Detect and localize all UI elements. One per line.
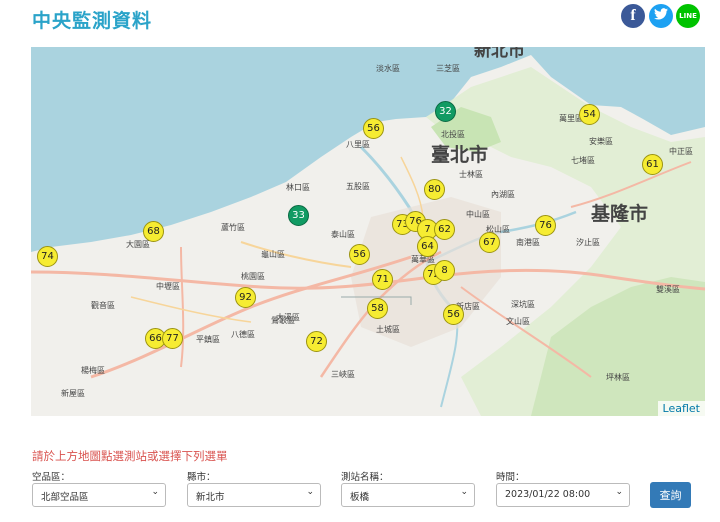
station-select[interactable]: 板橋 ⌄ [341,483,475,507]
map-tiles: 臺北市 新北市 基隆市 淡水區 三芝區八里區 北投區士林區五股區 林口區蘆竹區桃園區 龜… [31,47,705,416]
map-district-label: 新屋區 [61,388,85,398]
air-zone-label: 空品區： [32,472,71,483]
line-share-button[interactable]: LINE [676,4,700,28]
time-value: 2023/01/22 08:00 [505,489,591,500]
map-district-label: 大溪區 [276,312,300,322]
map-district-label: 八里區 [346,140,370,149]
station-marker[interactable]: 77 [162,328,183,349]
map-district-label: 八德區 [231,329,255,339]
station-marker[interactable]: 8 [434,260,455,281]
map-district-label: 蘆竹區 [221,222,245,232]
map-district-label: 坪林區 [606,372,630,382]
chevron-down-icon: ⌄ [615,487,623,497]
line-icon: LINE [679,12,697,20]
map-district-label: 中山區 [466,209,490,219]
map-district-label: 士林區 [459,169,483,179]
map-district-label: 文山區 [506,316,530,326]
map-district-label: 中正區 [669,146,693,156]
time-select[interactable]: 2023/01/22 08:00 ⌄ [496,483,630,507]
map-district-label: 內湖區 [491,190,515,199]
map-district-label: 平鎮區 [196,334,220,344]
station-marker[interactable]: 62 [434,219,455,240]
map-district-label: 雙溪區 [656,284,680,294]
station-marker[interactable]: 58 [367,298,388,319]
station-marker[interactable]: 56 [349,244,370,265]
map-district-label: 安樂區 [589,136,613,146]
map-district-label: 龜山區 [261,249,285,259]
map-district-label: 七堵區 [571,155,595,165]
station-marker[interactable]: 32 [435,101,456,122]
map-district-label: 大園區 [126,239,150,249]
map-district-label: 楊梅區 [81,365,105,375]
station-marker[interactable]: 56 [443,304,464,325]
chevron-down-icon: ⌄ [460,487,468,497]
map-district-label: 桃園區 [241,271,265,281]
map-district-label: 南港區 [516,237,540,247]
selection-hint: 請於上方地圖點選測站或選擇下列選單 [32,449,228,463]
station-marker[interactable]: 80 [424,179,445,200]
twitter-share-button[interactable] [649,4,673,28]
station-marker[interactable]: 74 [37,246,58,267]
map-district-label: 三芝區 [436,63,460,73]
facebook-icon: f [630,7,636,24]
map-district-label: 土城區 [376,324,400,334]
station-label: 測站名稱： [341,472,389,483]
time-label: 時間： [496,472,525,483]
map-district-label: 淡水區 [376,63,400,73]
station-marker[interactable]: 92 [235,287,256,308]
station-marker[interactable]: 71 [372,269,393,290]
station-marker[interactable]: 54 [579,104,600,125]
station-marker[interactable]: 68 [143,221,164,242]
leaflet-attribution[interactable]: Leaflet [657,401,705,416]
station-marker[interactable]: 33 [288,205,309,226]
map-district-label: 三峽區 [331,369,355,379]
station-marker[interactable]: 72 [306,331,327,352]
air-zone-select[interactable]: 北部空品區 ⌄ [32,483,166,507]
facebook-share-button[interactable]: f [621,4,645,28]
map-district-label: 林口區 [286,182,310,192]
air-quality-map[interactable]: 臺北市 新北市 基隆市 淡水區 三芝區八里區 北投區士林區五股區 林口區蘆竹區桃園區 龜… [31,47,705,416]
map-district-label: 北投區 [441,129,465,139]
map-city-label-newtaipei: 新北市 [474,47,525,61]
chevron-down-icon: ⌄ [151,487,159,497]
twitter-icon [654,8,668,24]
chevron-down-icon: ⌄ [306,487,314,497]
map-district-label: 泰山區 [331,229,355,239]
page-title: 中央監測資料 [32,10,153,32]
map-district-label: 觀音區 [91,300,115,310]
map-district-label: 五股區 [346,182,370,191]
county-label: 縣市： [187,472,216,483]
station-marker[interactable]: 56 [363,118,384,139]
county-value: 新北市 [196,492,225,503]
map-city-label-keelung: 基隆市 [590,202,648,225]
air-zone-value: 北部空品區 [41,492,89,503]
county-select[interactable]: 新北市 ⌄ [187,483,321,507]
station-marker[interactable]: 61 [642,154,663,175]
station-marker[interactable]: 64 [417,236,438,257]
station-value: 板橋 [350,492,370,503]
station-marker[interactable]: 67 [479,232,500,253]
map-district-label: 汐止區 [576,237,600,247]
query-button[interactable]: 查詢 [650,482,691,508]
map-city-label-taipei: 臺北市 [431,143,488,166]
map-district-label: 中壢區 [156,281,180,291]
map-district-label: 深坑區 [511,299,535,309]
station-marker[interactable]: 76 [535,215,556,236]
